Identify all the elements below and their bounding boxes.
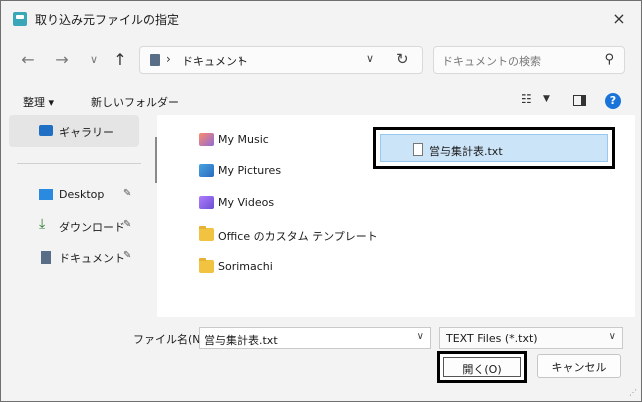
pin-icon[interactable]: ✎	[123, 219, 131, 230]
document-icon	[150, 54, 160, 66]
pin-icon[interactable]: ✎	[123, 188, 131, 199]
file-name: My Videos	[218, 196, 275, 209]
cancel-button[interactable]: キャンセル	[537, 354, 621, 378]
back-arrow-icon[interactable]: ←	[17, 49, 39, 71]
filetype-value: TEXT Files (*.txt)	[446, 332, 538, 345]
new-folder-button[interactable]: 新しいフォルダー	[91, 94, 179, 110]
folder-icon	[199, 226, 214, 241]
open-button[interactable]: 開く(O)	[443, 357, 521, 377]
search-placeholder: ドキュメントの検索	[442, 55, 541, 68]
forward-arrow-icon[interactable]: →	[51, 49, 73, 71]
preview-pane-icon[interactable]	[573, 95, 586, 106]
chevron-down-icon[interactable]: ▼	[543, 94, 550, 104]
sidebar-item-downloads[interactable]: ⤓ ダウンロード ✎	[9, 214, 149, 238]
sidebar-divider	[17, 163, 141, 164]
sidebar-item-gallery[interactable]: ギャラリー	[9, 115, 139, 147]
file-name: 営与集計表.txt	[429, 145, 503, 158]
title-bar: 取り込み元ファイルの指定 ×	[1, 1, 641, 37]
open-button-highlight: 開く(O)	[437, 351, 527, 383]
search-input[interactable]: ドキュメントの検索 ⚲	[433, 46, 625, 74]
app-icon	[13, 12, 27, 26]
resize-grip-icon[interactable]: ⋰	[629, 388, 637, 397]
file-name: Sorimachi	[218, 260, 273, 273]
dialog-footer: ファイル名(N): 営与集計表.txt ∨ TEXT Files (*.txt)…	[1, 317, 641, 401]
organize-menu[interactable]: 整理 ▾	[23, 94, 54, 110]
document-icon	[41, 251, 51, 264]
filename-label: ファイル名(N):	[133, 333, 209, 346]
filetype-select[interactable]: TEXT Files (*.txt) ∨	[439, 327, 623, 349]
chevron-right-icon: ›	[166, 52, 171, 66]
navigation-bar: ← → ∨ ↑ › ドキュメント › ∨ ↻ ドキュメントの検索 ⚲	[1, 37, 641, 83]
dialog-title: 取り込み元ファイルの指定	[35, 13, 180, 27]
filename-value: 営与集計表.txt	[204, 334, 278, 347]
file-open-dialog: 取り込み元ファイルの指定 × ← → ∨ ↑ › ドキュメント › ∨ ↻ ドキ…	[0, 0, 642, 402]
help-icon[interactable]: ?	[605, 93, 621, 109]
videos-folder-icon	[199, 196, 214, 209]
file-name: Office のカスタム テンプレート	[218, 230, 378, 243]
download-icon: ⤓	[39, 216, 46, 232]
chevron-down-icon[interactable]: ∨	[417, 331, 424, 342]
chevron-down-icon: ∨	[608, 331, 616, 342]
sidebar-item-label: Desktop	[59, 188, 105, 201]
text-file-icon	[413, 143, 423, 156]
close-icon[interactable]: ×	[607, 7, 631, 31]
up-arrow-icon[interactable]: ↑	[109, 49, 131, 71]
command-toolbar: 整理 ▾ 新しいフォルダー ☷ ▼ ?	[1, 83, 641, 119]
recent-locations-icon[interactable]: ∨	[83, 49, 105, 71]
file-name: My Pictures	[218, 164, 282, 177]
refresh-icon[interactable]: ↻	[396, 50, 409, 68]
selected-file-highlight: 営与集計表.txt	[373, 127, 615, 169]
selected-file-item[interactable]: 営与集計表.txt	[380, 134, 608, 162]
filename-field[interactable]: 営与集計表.txt ∨	[199, 327, 431, 349]
pictures-folder-icon	[199, 164, 214, 177]
chevron-right-icon[interactable]: ›	[238, 52, 243, 66]
address-bar[interactable]: › ドキュメント › ∨ ↻	[139, 46, 423, 74]
sidebar-item-documents[interactable]: ドキュメント ✎	[9, 245, 149, 269]
open-button-label: 開く(O)	[462, 363, 502, 376]
file-name: My Music	[218, 133, 269, 146]
cancel-button-label: キャンセル	[551, 361, 607, 374]
navigation-pane: ギャラリー Desktop ✎ ⤓ ダウンロード ✎ ドキュメント ✎	[9, 115, 157, 315]
sidebar-item-desktop[interactable]: Desktop ✎	[9, 183, 149, 207]
music-folder-icon	[199, 133, 214, 146]
view-options-icon[interactable]: ☷	[521, 92, 532, 106]
folder-icon	[199, 258, 214, 273]
chevron-down-icon[interactable]: ∨	[366, 52, 374, 65]
gallery-icon	[39, 125, 53, 136]
sidebar-item-label: ギャラリー	[59, 126, 114, 139]
sidebar-item-label: ダウンロード	[59, 221, 125, 234]
sidebar-item-label: ドキュメント	[59, 252, 125, 265]
search-icon: ⚲	[604, 52, 614, 67]
desktop-icon	[39, 189, 53, 200]
pin-icon[interactable]: ✎	[123, 250, 131, 261]
